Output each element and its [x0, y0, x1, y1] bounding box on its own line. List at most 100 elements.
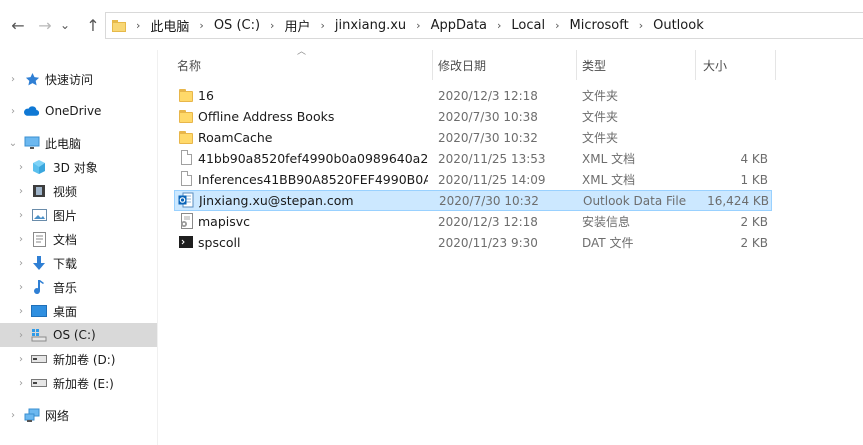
sidebar-item-os-c[interactable]: › OS (C:): [0, 323, 157, 347]
outlook-data-file-icon: [178, 192, 194, 208]
file-size: 2 KB: [740, 214, 768, 229]
music-icon: [31, 279, 47, 295]
breadcrumb-item[interactable]: 此电脑: [150, 16, 189, 35]
breadcrumb-item[interactable]: AppData: [431, 18, 487, 33]
file-type: XML 文档: [582, 152, 636, 166]
expand-arrow-icon[interactable]: ›: [16, 162, 26, 173]
sidebar-item-label: 视频: [53, 184, 78, 199]
column-divider[interactable]: [432, 50, 433, 80]
forward-arrow-icon: →: [38, 15, 52, 35]
chevron-right-icon[interactable]: ›: [270, 19, 274, 32]
expand-arrow-icon[interactable]: ›: [16, 330, 26, 341]
file-name: Inferences41BB90A8520FEF4990B0A0...: [198, 172, 428, 187]
chevron-right-icon[interactable]: ›: [639, 19, 643, 32]
column-header-name[interactable]: 名称: [177, 50, 429, 80]
sidebar-item-quick-access[interactable]: › 快速访问: [0, 67, 157, 91]
chevron-right-icon[interactable]: ›: [320, 19, 324, 32]
forward-button[interactable]: →: [34, 14, 56, 36]
sidebar-item-label: OneDrive: [45, 104, 102, 118]
file-name: Jinxiang.xu@stepan.com: [199, 193, 354, 208]
chevron-right-icon[interactable]: ›: [555, 19, 559, 32]
sidebar-item-documents[interactable]: › 文档: [0, 227, 157, 251]
file-row[interactable]: 41bb90a8520fef4990b0a0989640a2f... 2020/…: [174, 148, 772, 169]
chevron-right-icon[interactable]: ›: [199, 19, 203, 32]
expand-arrow-icon[interactable]: ›: [8, 106, 18, 117]
file-date: 2020/7/30 10:32: [438, 130, 538, 145]
file-row[interactable]: Inferences41BB90A8520FEF4990B0A0... 2020…: [174, 169, 772, 190]
sidebar-item-label: 快速访问: [45, 72, 94, 87]
sidebar-item-desktop[interactable]: › 桌面: [0, 299, 157, 323]
sidebar-item-this-pc[interactable]: ⌄ 此电脑: [0, 131, 157, 155]
pane-divider[interactable]: [157, 50, 158, 445]
breadcrumb-item[interactable]: Microsoft: [570, 18, 629, 33]
file-type: 文件夹: [582, 110, 619, 124]
up-button[interactable]: ↑: [82, 14, 104, 36]
sidebar-item-videos[interactable]: › 视频: [0, 179, 157, 203]
expand-arrow-icon[interactable]: ›: [8, 74, 18, 85]
expand-arrow-icon[interactable]: ›: [16, 354, 26, 365]
column-header-date[interactable]: 修改日期: [438, 50, 574, 80]
column-divider[interactable]: [695, 50, 696, 80]
expand-arrow-icon[interactable]: ›: [16, 306, 26, 317]
column-header-type[interactable]: 类型: [582, 50, 692, 80]
address-bar[interactable]: › 此电脑 › OS (C:) › 用户 › jinxiang.xu › App…: [105, 12, 863, 39]
file-row[interactable]: mapisvc 2020/12/3 12:18 安装信息 2 KB: [174, 211, 772, 232]
breadcrumb-item[interactable]: OS (C:): [214, 18, 260, 33]
sidebar-item-drive-d[interactable]: › 新加卷 (D:): [0, 347, 157, 371]
column-header-size[interactable]: 大小: [703, 50, 773, 80]
sidebar-item-drive-e[interactable]: › 新加卷 (E:): [0, 371, 157, 395]
breadcrumb-item[interactable]: Outlook: [653, 18, 704, 33]
sidebar-item-music[interactable]: › 音乐: [0, 275, 157, 299]
breadcrumb-item[interactable]: jinxiang.xu: [335, 18, 406, 33]
back-arrow-icon: ←: [11, 15, 25, 35]
breadcrumb-item[interactable]: 用户: [284, 16, 310, 35]
desktop-icon: [31, 303, 47, 319]
cube-3d-icon: [31, 159, 47, 175]
expand-arrow-icon[interactable]: ›: [16, 186, 26, 197]
expand-arrow-icon[interactable]: ›: [16, 282, 26, 293]
file-date: 2020/11/25 14:09: [438, 172, 546, 187]
sidebar-item-pictures[interactable]: › 图片: [0, 203, 157, 227]
file-row[interactable]: 16 2020/12/3 12:18 文件夹: [174, 85, 772, 106]
file-name: RoamCache: [198, 130, 273, 145]
column-divider[interactable]: [576, 50, 577, 80]
file-size: 2 KB: [740, 235, 768, 250]
file-row-selected[interactable]: Jinxiang.xu@stepan.com 2020/7/30 10:32 O…: [174, 190, 772, 211]
sidebar-item-onedrive[interactable]: › OneDrive: [0, 99, 157, 123]
expand-arrow-icon[interactable]: ›: [16, 378, 26, 389]
expand-arrow-icon[interactable]: ›: [16, 210, 26, 221]
file-row[interactable]: Offline Address Books 2020/7/30 10:38 文件…: [174, 106, 772, 127]
folder-icon: [178, 129, 194, 145]
star-icon: [24, 71, 40, 87]
file-name: mapisvc: [198, 214, 251, 229]
file-size: 4 KB: [740, 151, 768, 166]
file-row[interactable]: spscoll 2020/11/23 9:30 DAT 文件 2 KB: [174, 232, 772, 253]
chevron-right-icon[interactable]: ›: [497, 19, 501, 32]
sidebar-item-downloads[interactable]: › 下载: [0, 251, 157, 275]
breadcrumb: › 此电脑 › OS (C:) › 用户 › jinxiang.xu › App…: [132, 16, 704, 35]
sidebar-item-network[interactable]: › 网络: [0, 403, 157, 427]
video-icon: [31, 183, 47, 199]
sidebar-item-label: 下载: [53, 256, 78, 271]
xml-file-icon: [178, 150, 194, 166]
column-divider[interactable]: [775, 50, 776, 80]
chevron-right-icon[interactable]: ›: [136, 19, 140, 32]
expand-arrow-icon[interactable]: ›: [16, 234, 26, 245]
collapse-arrow-icon[interactable]: ⌄: [8, 138, 18, 149]
breadcrumb-item[interactable]: Local: [511, 18, 545, 33]
file-size: [696, 127, 768, 148]
drive-icon: [31, 375, 47, 391]
cloud-icon: [23, 103, 39, 119]
back-button[interactable]: ←: [7, 14, 29, 36]
sidebar-item-label: 3D 对象: [53, 160, 98, 175]
sidebar-item-3d-objects[interactable]: › 3D 对象: [0, 155, 157, 179]
recent-locations-button[interactable]: ⌄: [58, 14, 72, 36]
os-drive-icon: [31, 327, 47, 343]
folder-icon: [178, 87, 194, 103]
file-row[interactable]: RoamCache 2020/7/30 10:32 文件夹: [174, 127, 772, 148]
expand-arrow-icon[interactable]: ›: [16, 258, 26, 269]
file-type: 安装信息: [582, 215, 631, 229]
expand-arrow-icon[interactable]: ›: [8, 410, 18, 421]
chevron-right-icon[interactable]: ›: [416, 19, 420, 32]
computer-icon: [24, 135, 40, 151]
